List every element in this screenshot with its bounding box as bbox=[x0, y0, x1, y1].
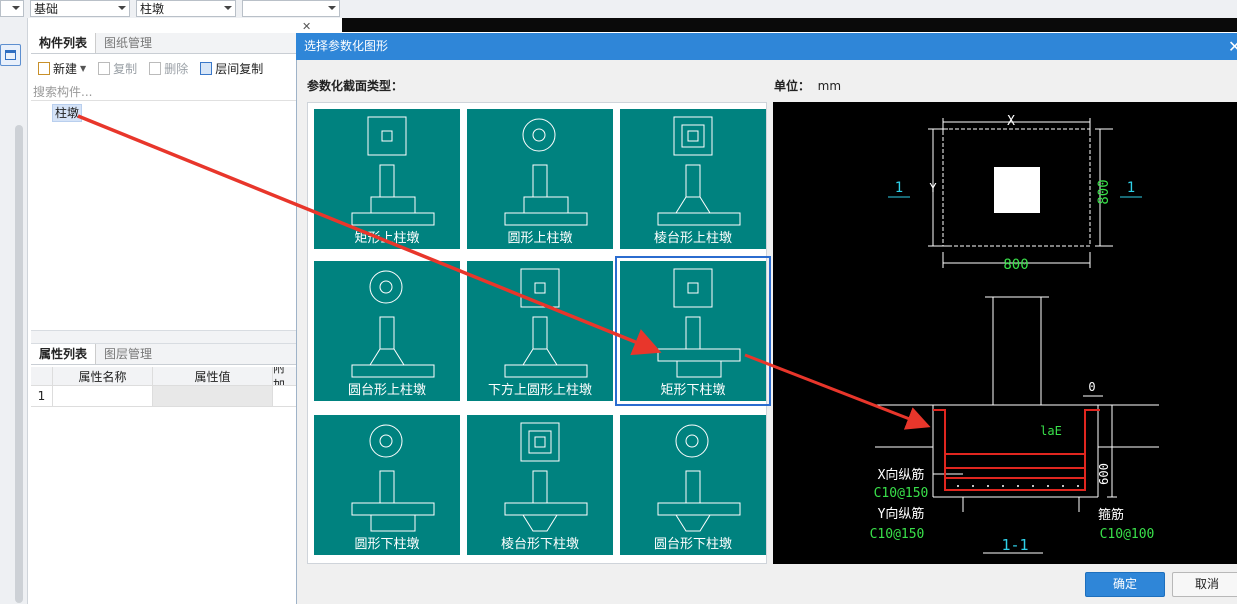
dialog-title: 选择参数化图形 bbox=[296, 33, 1237, 60]
panel-splitter[interactable] bbox=[31, 330, 296, 344]
ok-button[interactable]: 确定 bbox=[1085, 572, 1165, 597]
preview-drawing: X Y 800 800 1 1 0 laE 600 X向纵筋 C10@150 Y… bbox=[773, 102, 1237, 564]
tree-item-pier[interactable]: 柱墩 bbox=[52, 104, 83, 122]
shape-option-prism-down[interactable]: 棱台形下柱墩 bbox=[467, 415, 613, 555]
shape-option-label: 圆形下柱墩 bbox=[354, 537, 420, 552]
shape-option-circle-up[interactable]: 圆形上柱墩 bbox=[467, 109, 613, 249]
panel-close-icon[interactable]: ✕ bbox=[302, 20, 311, 33]
x-bar-value: C10@150 bbox=[874, 486, 929, 501]
chevron-down-icon bbox=[12, 6, 20, 10]
lae-label: laE bbox=[1040, 424, 1062, 438]
depth-label: 600 bbox=[1097, 463, 1111, 485]
row-index: 1 bbox=[31, 386, 53, 406]
cover-label: 0 bbox=[1088, 380, 1095, 394]
shape-option-label: 圆台形上柱墩 bbox=[347, 383, 426, 398]
new-button[interactable]: 新建 ▼ bbox=[34, 60, 90, 77]
dim-x-label: X bbox=[1007, 114, 1015, 129]
shape-option-cone-down[interactable]: 圆台形下柱墩 bbox=[620, 415, 766, 555]
chevron-down-icon bbox=[328, 6, 336, 10]
shape-option-label: 矩形下柱墩 bbox=[660, 383, 726, 398]
prop-value-cell[interactable] bbox=[153, 386, 273, 406]
section-title: 1-1 bbox=[1001, 536, 1028, 554]
copy-icon bbox=[98, 62, 111, 75]
chevron-down-icon bbox=[118, 6, 126, 10]
unit-label: 单位： mm bbox=[774, 77, 841, 94]
tab-component-list[interactable]: 构件列表 bbox=[31, 33, 97, 53]
stirrup-value: C10@100 bbox=[1100, 527, 1155, 542]
shape-option-prism-up[interactable]: 棱台形上柱墩 bbox=[620, 109, 766, 249]
tab-drawing-manager[interactable]: 图纸管理 bbox=[96, 33, 160, 53]
shape-grid: 矩形上柱墩 圆形上柱墩 棱台形上柱墩圆台形上柱墩 下方上圆形上柱墩 矩形下柱墩圆形下柱墩… bbox=[307, 102, 771, 564]
left-dock-strip bbox=[0, 18, 28, 604]
prop-name-header: 属性名称 bbox=[53, 367, 153, 385]
dialog-close-icon[interactable]: ✕ bbox=[1228, 33, 1237, 60]
section-mark-right: 1 bbox=[1127, 180, 1135, 196]
chevron-down-icon bbox=[224, 6, 232, 10]
table-row[interactable]: 1 bbox=[31, 386, 296, 407]
floor-type-value: 基础 bbox=[34, 2, 59, 16]
floor-type-combo[interactable]: 基础 bbox=[30, 0, 130, 17]
property-grid: 属性名称 属性值 附加 1 bbox=[31, 367, 296, 407]
cancel-button[interactable]: 取消 bbox=[1172, 572, 1237, 597]
dim-y-label: Y bbox=[929, 181, 937, 195]
delete-icon bbox=[149, 62, 162, 75]
component-actions: 新建 ▼ 复制 删除 层间复制 bbox=[28, 56, 296, 81]
shape-option-circle-down[interactable]: 圆形下柱墩 bbox=[314, 415, 460, 555]
new-label: 新建 bbox=[53, 62, 78, 76]
prop-extra-cell[interactable] bbox=[273, 386, 296, 406]
height-dim-label: 800 bbox=[1096, 179, 1112, 204]
section-type-label: 参数化截面类型： bbox=[307, 79, 404, 93]
property-tabs: 属性列表 图层管理 bbox=[31, 344, 296, 365]
chevron-down-icon: ▼ bbox=[80, 64, 87, 73]
window-icon bbox=[5, 50, 16, 60]
tab-layer-manager[interactable]: 图层管理 bbox=[96, 344, 160, 364]
delete-label: 删除 bbox=[164, 62, 189, 76]
new-file-icon bbox=[38, 62, 50, 75]
shape-option-label: 圆形上柱墩 bbox=[507, 231, 573, 246]
shape-option-rect-down[interactable]: 矩形下柱墩 bbox=[615, 256, 771, 406]
component-type-combo[interactable]: 柱墩 bbox=[136, 0, 236, 17]
property-tab-bar: 属性列表 图层管理 bbox=[31, 344, 296, 365]
prop-name-cell[interactable] bbox=[53, 386, 153, 406]
stirrup-label: 箍筋 bbox=[1098, 507, 1124, 523]
section-mark-left: 1 bbox=[895, 180, 903, 196]
y-bar-label: Y向纵筋 bbox=[878, 506, 925, 522]
shape-option-cone-up[interactable]: 圆台形上柱墩 bbox=[314, 261, 460, 401]
floor-copy-icon bbox=[200, 62, 213, 75]
shape-option-label: 棱台形上柱墩 bbox=[653, 231, 732, 246]
floor-copy-label: 层间复制 bbox=[215, 62, 264, 76]
property-header-row: 属性名称 属性值 附加 bbox=[31, 367, 296, 386]
y-bar-value: C10@150 bbox=[870, 527, 925, 542]
delete-button[interactable]: 删除 bbox=[145, 60, 192, 77]
floor-copy-button[interactable]: 层间复制 bbox=[196, 60, 267, 77]
component-tabs: 构件列表 图纸管理 bbox=[31, 33, 296, 54]
prop-value-header: 属性值 bbox=[153, 367, 273, 385]
left-scrollbar[interactable] bbox=[15, 125, 23, 603]
toolbar-combo-0[interactable] bbox=[0, 0, 24, 17]
shape-option-label: 圆台形下柱墩 bbox=[653, 537, 732, 552]
width-dim-label: 800 bbox=[1003, 257, 1028, 273]
shape-option-label: 下方上圆形上柱墩 bbox=[487, 383, 592, 398]
copy-label: 复制 bbox=[113, 62, 138, 76]
shape-option-label: 矩形上柱墩 bbox=[354, 231, 420, 246]
dock-window-button[interactable] bbox=[0, 44, 21, 66]
component-name-combo[interactable] bbox=[242, 0, 340, 17]
drawing-canvas-strip bbox=[342, 18, 1237, 32]
shape-option-mixed-up[interactable]: 下方上圆形上柱墩 bbox=[467, 261, 613, 401]
shape-option-label: 棱台形下柱墩 bbox=[500, 537, 579, 552]
component-type-value: 柱墩 bbox=[140, 2, 165, 16]
unit-caption: 单位： bbox=[774, 79, 811, 93]
prop-extra-header: 附加 bbox=[273, 367, 286, 385]
shape-option-rect-up[interactable]: 矩形上柱墩 bbox=[314, 109, 460, 249]
unit-value: mm bbox=[817, 79, 842, 93]
tab-property-list[interactable]: 属性列表 bbox=[31, 344, 97, 364]
component-search-input[interactable]: 搜索构件... bbox=[31, 83, 296, 101]
x-bar-label: X向纵筋 bbox=[878, 467, 925, 483]
index-header bbox=[31, 367, 53, 385]
copy-button[interactable]: 复制 bbox=[94, 60, 141, 77]
rebar-dots bbox=[957, 485, 1079, 487]
